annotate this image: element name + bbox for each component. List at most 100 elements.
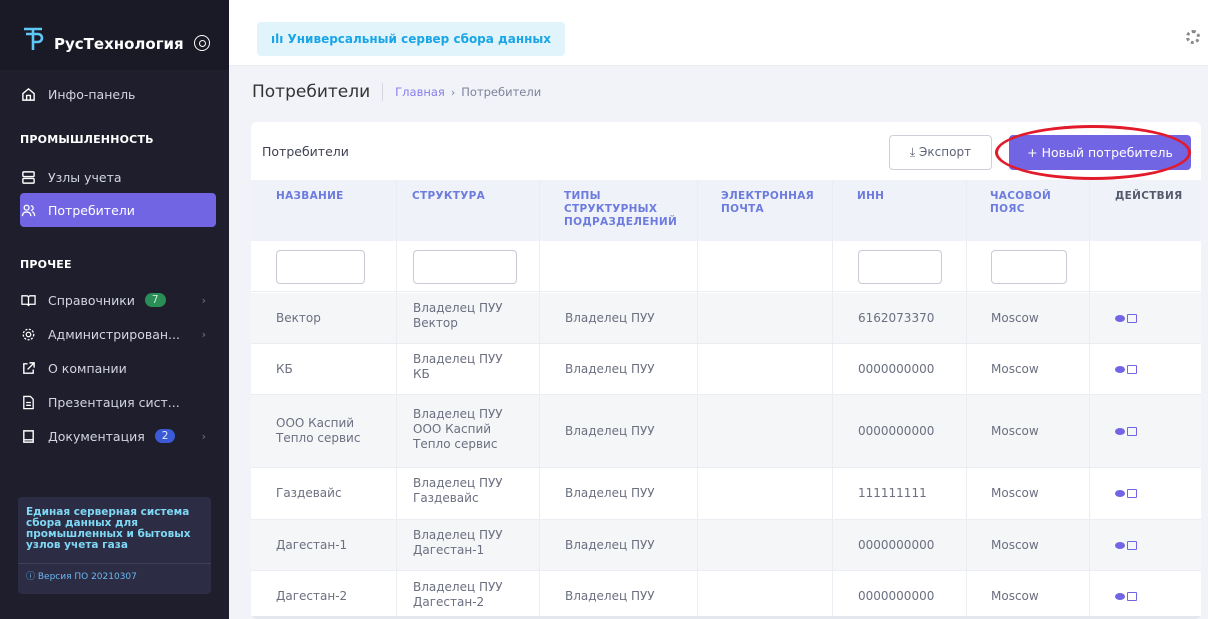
filter-structure-input[interactable] bbox=[413, 250, 517, 284]
edit-icon[interactable] bbox=[1127, 591, 1137, 601]
cell-structure: Владелец ПУУ Дагестан-2 bbox=[413, 580, 503, 609]
cell-timezone: Moscow bbox=[991, 362, 1039, 376]
users-icon bbox=[20, 202, 36, 218]
table-row[interactable]: Дагестан-2 Владелец ПУУ Дагестан-2 Владе… bbox=[251, 571, 1201, 619]
document-icon bbox=[20, 394, 36, 410]
breadcrumb-home[interactable]: Главная bbox=[395, 85, 445, 99]
gear-icon bbox=[20, 326, 36, 342]
sidebar-item-dashboard[interactable]: Инфо-панель bbox=[20, 77, 216, 111]
home-icon bbox=[20, 86, 36, 102]
table-header: НАЗВАНИЕ СТРУКТУРА ТИПЫ СТРУКТУРНЫХ ПОДР… bbox=[251, 180, 1201, 241]
table-row[interactable]: Дагестан-1 Владелец ПУУ Дагестан-1 Владе… bbox=[251, 520, 1201, 571]
sidebar-item-admin[interactable]: Администрирован... › bbox=[20, 317, 216, 351]
subheader-divider bbox=[382, 83, 384, 101]
cell-name: КБ bbox=[276, 362, 293, 376]
cell-type: Владелец ПУУ bbox=[565, 424, 655, 438]
column-header-inn[interactable]: ИНН bbox=[857, 190, 957, 203]
sidebar-item-label: Администрирован... bbox=[48, 326, 180, 342]
column-header-structure[interactable]: СТРУКТУРА bbox=[412, 190, 522, 203]
column-divider bbox=[966, 180, 967, 619]
consumers-card: Потребители ⤓ Экспорт + Новый потребител… bbox=[251, 122, 1201, 619]
cell-type: Владелец ПУУ bbox=[565, 362, 655, 376]
row-actions bbox=[1115, 424, 1137, 437]
sidebar-item-presentation[interactable]: Презентация сист... bbox=[20, 385, 216, 419]
column-header-actions: ДЕЙСТВИЯ bbox=[1115, 190, 1183, 202]
table-row[interactable]: Газдевайс Владелец ПУУ Газдевайс Владеле… bbox=[251, 468, 1201, 520]
chevron-right-icon: › bbox=[201, 429, 206, 443]
view-icon[interactable] bbox=[1115, 314, 1125, 322]
column-divider bbox=[396, 180, 397, 619]
cell-name: Вектор bbox=[276, 311, 321, 325]
sidebar-toggle-icon[interactable] bbox=[194, 35, 210, 51]
cell-structure: Владелец ПУУ ООО Каспий Тепло сервис bbox=[413, 407, 503, 451]
docs-count-badge: 2 bbox=[154, 429, 176, 443]
server-icon bbox=[20, 169, 36, 185]
filter-name-input[interactable] bbox=[276, 250, 365, 284]
edit-icon[interactable] bbox=[1127, 364, 1137, 374]
view-icon[interactable] bbox=[1115, 365, 1125, 373]
edit-icon[interactable] bbox=[1127, 426, 1137, 436]
settings-icon[interactable] bbox=[1186, 30, 1200, 44]
sidebar-item-meters[interactable]: Узлы учета bbox=[20, 160, 216, 194]
sidebar-item-label: Презентация сист... bbox=[48, 394, 180, 410]
filter-timezone-input[interactable] bbox=[991, 250, 1067, 284]
breadcrumb-separator: › bbox=[450, 85, 456, 99]
row-actions bbox=[1115, 311, 1137, 324]
sidebar-item-consumers[interactable]: Потребители bbox=[20, 193, 216, 227]
cell-structure: Владелец ПУУ Вектор bbox=[413, 301, 503, 330]
cell-type: Владелец ПУУ bbox=[565, 538, 655, 552]
view-icon[interactable] bbox=[1115, 489, 1125, 497]
view-icon[interactable] bbox=[1115, 592, 1125, 600]
cell-timezone: Moscow bbox=[991, 589, 1039, 603]
sidebar-item-references[interactable]: Справочники 7 › bbox=[20, 283, 216, 317]
row-actions bbox=[1115, 538, 1137, 551]
row-actions bbox=[1115, 486, 1137, 499]
new-consumer-button[interactable]: + Новый потребитель bbox=[1009, 135, 1191, 170]
edit-icon[interactable] bbox=[1127, 540, 1137, 550]
references-count-badge: 7 bbox=[144, 293, 166, 307]
sidebar-item-about[interactable]: О компании bbox=[20, 351, 216, 385]
sidebar-item-docs[interactable]: Документация 2 › bbox=[20, 419, 216, 453]
chevron-right-icon: › bbox=[201, 327, 206, 341]
logo-icon bbox=[24, 27, 44, 50]
column-divider bbox=[832, 180, 833, 619]
cell-inn: 0000000000 bbox=[858, 538, 935, 552]
sidebar-item-label: Узлы учета bbox=[48, 169, 122, 185]
cell-name: Дагестан-2 bbox=[276, 589, 348, 603]
info-divider bbox=[18, 563, 211, 564]
table-row[interactable]: КБ Владелец ПУУ КБ Владелец ПУУ 00000000… bbox=[251, 344, 1201, 395]
export-button[interactable]: ⤓ Экспорт bbox=[889, 135, 992, 170]
column-header-types[interactable]: ТИПЫ СТРУКТУРНЫХ ПОДРАЗДЕЛЕНИЙ bbox=[564, 190, 689, 229]
section-other: ПРОЧЕЕ bbox=[20, 258, 72, 271]
view-icon[interactable] bbox=[1115, 427, 1125, 435]
info-card: Единая серверная система сбора данных дл… bbox=[18, 497, 211, 594]
sidebar-item-label: Инфо-панель bbox=[48, 86, 136, 102]
view-icon[interactable] bbox=[1115, 541, 1125, 549]
edit-icon[interactable] bbox=[1127, 313, 1137, 323]
cell-structure: Владелец ПУУ Дагестан-1 bbox=[413, 528, 503, 557]
version-label: ⓘ Версия ПО 20210307 bbox=[26, 572, 137, 582]
cell-timezone: Moscow bbox=[991, 486, 1039, 500]
chevron-right-icon: › bbox=[201, 293, 206, 307]
sidebar: РусТехнология Инфо-панель ПРОМЫШЛЕННОСТЬ… bbox=[0, 0, 229, 619]
table-row[interactable]: ООО Каспий Тепло сервис Владелец ПУУ ООО… bbox=[251, 395, 1201, 468]
subheader: Потребители Главная › Потребители bbox=[252, 82, 541, 102]
column-header-timezone[interactable]: ЧАСОВОЙ ПОЯС bbox=[990, 190, 1080, 216]
column-header-email[interactable]: ЭЛЕКТРОННАЯ ПОЧТА bbox=[721, 190, 831, 216]
table-row[interactable]: Вектор Владелец ПУУ Вектор Владелец ПУУ … bbox=[251, 293, 1201, 344]
book-open-icon bbox=[20, 292, 36, 308]
card-title: Потребители bbox=[262, 144, 349, 159]
cell-inn: 0000000000 bbox=[858, 589, 935, 603]
cell-timezone: Moscow bbox=[991, 311, 1039, 325]
cell-type: Владелец ПУУ bbox=[565, 486, 655, 500]
cell-timezone: Moscow bbox=[991, 538, 1039, 552]
sidebar-item-label: Справочники bbox=[48, 292, 135, 308]
page-title: Потребители bbox=[252, 82, 371, 102]
cell-inn: 111111111 bbox=[858, 486, 927, 500]
edit-icon[interactable] bbox=[1127, 488, 1137, 498]
sidebar-item-label: Документация bbox=[48, 428, 145, 444]
filter-inn-input[interactable] bbox=[858, 250, 942, 284]
external-link-icon bbox=[20, 360, 36, 376]
cell-name: ООО Каспий Тепло сервис bbox=[276, 416, 361, 445]
column-header-name[interactable]: НАЗВАНИЕ bbox=[276, 190, 386, 203]
